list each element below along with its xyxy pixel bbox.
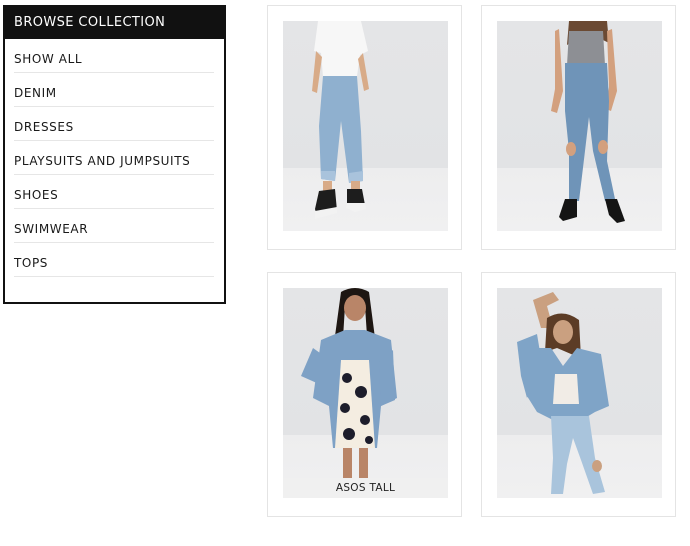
sidebar-item-show-all[interactable]: SHOW ALL [14,39,214,73]
sidebar-item-swimwear[interactable]: SWIMWEAR [14,209,214,243]
sidebar-title: BROWSE COLLECTION [5,7,224,39]
model-figure [301,288,397,478]
product-image[interactable] [497,21,662,231]
sidebar-item-denim[interactable]: DENIM [14,73,214,107]
model-figure [312,21,369,219]
product-card-1[interactable] [267,5,462,250]
product-image[interactable] [283,21,448,231]
sidebar-item-playsuits-and-jumpsuits[interactable]: PLAYSUITS AND JUMPSUITS [14,141,214,175]
browse-collection-sidebar: BROWSE COLLECTION SHOW ALL DENIM DRESSES… [3,5,226,304]
sidebar-item-dresses[interactable]: DRESSES [14,107,214,141]
category-list: SHOW ALL DENIM DRESSES PLAYSUITS AND JUM… [5,39,224,277]
model-figure [551,21,625,223]
product-card-4[interactable] [481,272,676,517]
product-card-2[interactable] [481,5,676,250]
sidebar-item-shoes[interactable]: SHOES [14,175,214,209]
product-image[interactable] [497,288,662,498]
sidebar-item-tops[interactable]: TOPS [14,243,214,277]
product-card-3[interactable]: ASOS TALL [267,272,462,517]
product-image[interactable]: ASOS TALL [283,288,448,498]
model-figure [517,292,609,494]
product-badge: ASOS TALL [283,478,448,498]
